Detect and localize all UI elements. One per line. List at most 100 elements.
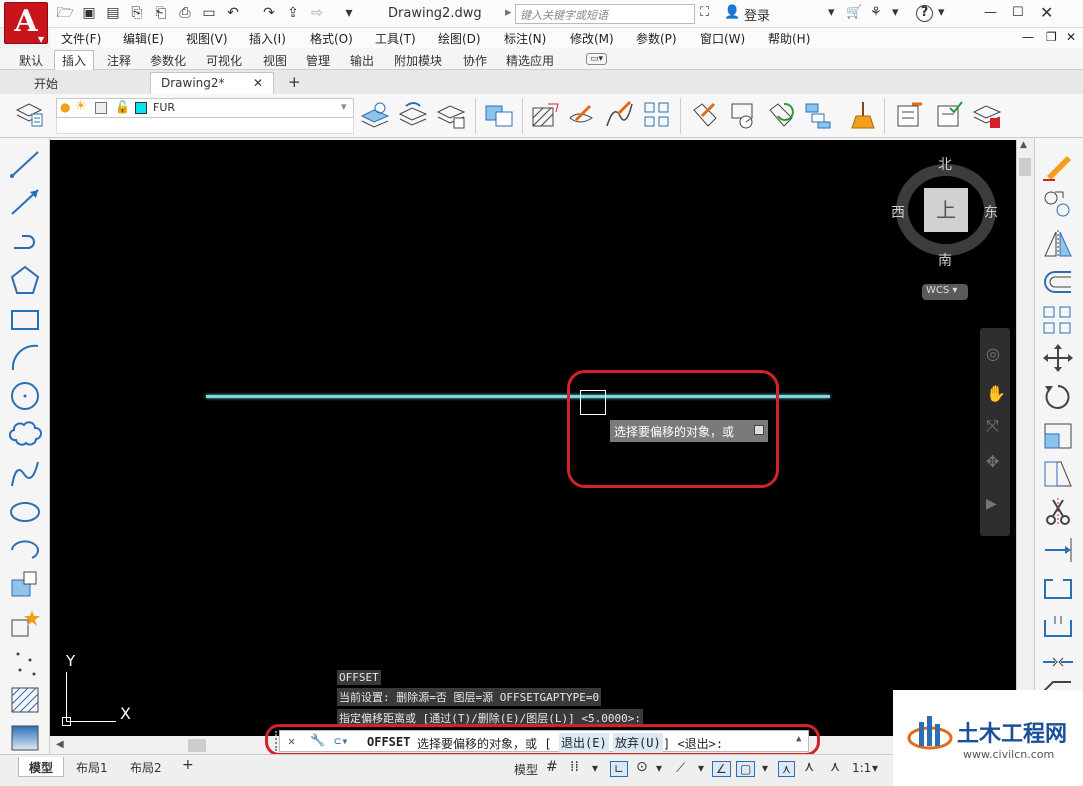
orbit-icon[interactable]: ✥ [986,452,999,471]
osnap-dropdown-icon[interactable]: ▾ [762,761,768,775]
tab-addins[interactable]: 附加模块 [394,52,442,69]
menu-file[interactable]: 文件(F) [61,30,101,47]
layout-tab-layout1[interactable]: 布局1 [66,757,118,777]
make-block-icon[interactable] [8,608,42,640]
help-dropdown-icon[interactable]: ▾ [938,5,945,20]
menu-format[interactable]: 格式(O) [310,30,353,47]
drawing-canvas[interactable]: 选择要偏移的对象，或 上 北 南 西 东 WCS ▾ ◎ ✋ ⤧ ✥ ▶ Y X [50,140,1016,736]
tab-visualize[interactable]: 可视化 [206,52,242,69]
menu-window[interactable]: 窗口(W) [700,30,745,47]
sync-attributes-icon[interactable] [766,100,796,130]
ortho-icon[interactable]: ∟ [610,761,629,777]
layer-properties-icon[interactable] [14,98,44,128]
viewcube-east[interactable]: 东 [984,202,998,222]
cart-icon[interactable]: 🛒 [846,5,862,20]
polar-dropdown-icon[interactable]: ▾ [656,761,662,775]
minimize-icon[interactable]: — [984,5,997,20]
object-tracking-icon[interactable]: ∠ [712,761,731,777]
print-icon[interactable]: ⎙ [176,4,194,22]
doc-restore-icon[interactable]: ❐ [1046,30,1057,44]
layer-match-icon[interactable] [398,100,428,130]
isodraft-icon[interactable]: ⟋ [676,761,685,776]
join-tool-icon[interactable] [1041,646,1075,678]
circle-tool-icon[interactable] [8,380,42,412]
vertical-scrollbar[interactable]: ▲ [1016,140,1034,736]
user-icon[interactable]: 👤 [724,5,740,20]
tab-drawing2[interactable]: Drawing2* ✕ [150,72,274,94]
menu-tools[interactable]: 工具(T) [375,30,416,47]
search-expand-icon[interactable]: ▸ [505,5,512,20]
menu-parametric[interactable]: 参数(P) [636,30,677,47]
annotation-visibility-icon[interactable]: ⋏ [778,761,795,777]
extend-tool-icon[interactable] [1041,534,1075,566]
showmotion-icon[interactable]: ▶ [986,496,997,512]
application-menu-button[interactable]: A ▼ [4,2,48,44]
mirror-tool-icon[interactable] [1041,228,1075,260]
annotation-scale-value[interactable]: 1:1 [852,761,871,775]
open-icon[interactable]: 🗁 [56,4,74,22]
menu-modify[interactable]: 修改(M) [570,30,614,47]
login-dropdown-icon[interactable]: ▾ [828,5,835,20]
layer-dropdown[interactable]: ● ☀ 🔓 FUR ▾ [56,98,354,118]
hatch-tool-icon[interactable] [8,684,42,716]
revision-cloud-icon[interactable] [8,418,42,450]
auto-scale-icon[interactable]: ⋏ [804,759,814,775]
array-tool-icon[interactable] [1041,304,1075,336]
login-button[interactable]: 登录 [744,5,770,24]
layout-tab-model[interactable]: 模型 [18,757,65,777]
quickaccess-dropdown-icon[interactable]: ▾ [340,4,358,22]
polyline-tool-icon[interactable] [8,226,42,258]
gradient-tool-icon[interactable] [8,722,42,754]
new-tab-icon[interactable]: + [278,70,311,92]
zoom-extents-icon[interactable]: ⤧ [986,416,999,436]
import-icon[interactable]: ⎘ [128,4,146,22]
menu-draw[interactable]: 绘图(D) [438,30,481,47]
point-tool-icon[interactable] [8,646,42,678]
move-tool-icon[interactable] [1041,342,1075,374]
block-insert-icon[interactable] [484,100,514,130]
ray-tool-icon[interactable] [8,186,42,218]
help-icon[interactable]: ? [916,5,933,22]
ellipse-arc-tool-icon[interactable] [8,534,42,566]
break-at-point-icon[interactable] [1041,610,1075,642]
tab-default[interactable]: 默认 [19,52,43,69]
tab-annotate[interactable]: 注释 [107,52,131,69]
export-icon[interactable]: ⎗ [152,4,170,22]
tab-close-icon[interactable]: ✕ [253,76,263,90]
undo-icon[interactable]: ↶ [224,4,242,22]
viewcube-west[interactable]: 西 [891,202,905,222]
arc-tool-icon[interactable] [8,342,42,374]
tab-view[interactable]: 视图 [263,52,287,69]
polar-icon[interactable]: ⊙ [636,759,648,775]
save-as-icon[interactable]: ▤ [104,4,122,22]
viewcube-north[interactable]: 北 [938,154,952,174]
tab-featured-apps[interactable]: 精选应用 [506,52,554,69]
wcs-menu-button[interactable]: WCS ▾ [922,284,968,300]
copy-tool-icon[interactable] [1041,188,1075,220]
scale-tool-icon[interactable] [1041,420,1075,452]
apps-dropdown-icon[interactable]: ▾ [892,5,899,20]
ellipse-tool-icon[interactable] [8,496,42,528]
close-icon[interactable]: ✕ [1040,3,1053,22]
trim-tool-icon[interactable] [1041,496,1075,528]
menu-dimension[interactable]: 标注(N) [504,30,546,47]
scroll-up-icon[interactable]: ▲ [1020,140,1027,150]
horizontal-scroll-thumb[interactable] [188,739,206,752]
polygon-tool-icon[interactable] [8,264,42,296]
hatch-icon[interactable] [530,100,560,130]
tab-output[interactable]: 输出 [350,52,374,69]
tab-start[interactable]: 开始 [24,72,68,94]
layer-current-icon[interactable] [360,100,390,130]
purge-icon[interactable] [848,100,878,130]
menu-insert[interactable]: 插入(I) [249,30,286,47]
menu-view[interactable]: 视图(V) [186,30,228,47]
binoculars-icon[interactable]: ⛶ [700,5,709,20]
menu-edit[interactable]: 编辑(E) [123,30,164,47]
layer-states-icon[interactable] [436,100,466,130]
menu-help[interactable]: 帮助(H) [768,30,810,47]
doc-close-icon[interactable]: ✕ [1066,30,1076,44]
snap-icon[interactable]: ⁞⁞ [570,759,579,775]
rotate-tool-icon[interactable] [1041,382,1075,414]
vertical-scroll-thumb[interactable] [1019,158,1031,176]
insert-block-icon[interactable] [8,570,42,602]
